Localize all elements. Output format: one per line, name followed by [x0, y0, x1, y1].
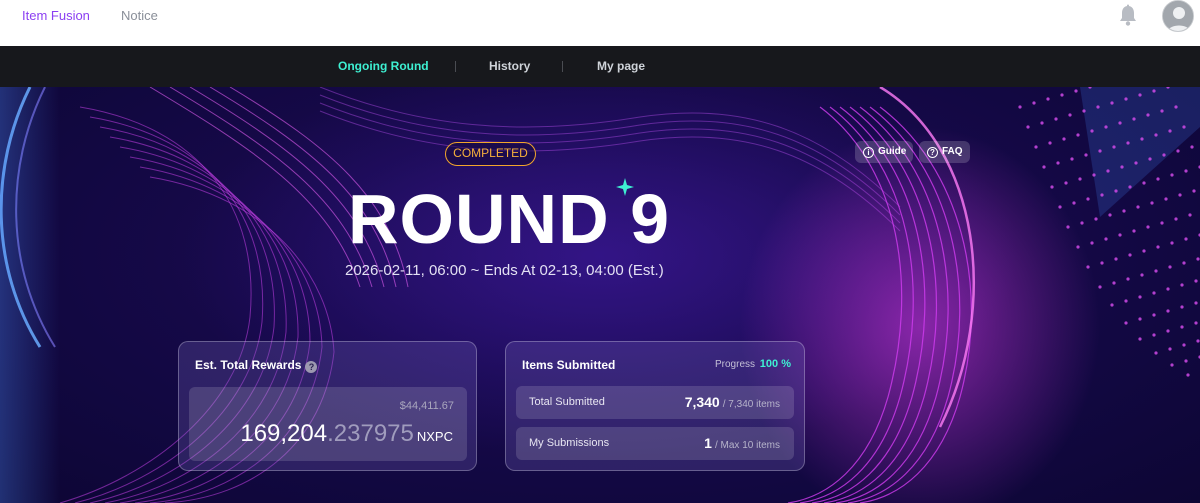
- guide-button[interactable]: i Guide: [855, 141, 914, 163]
- total-submitted-value-group: 7,340/ 7,340 items: [685, 394, 780, 412]
- guide-label: Guide: [878, 146, 907, 157]
- bell-icon[interactable]: [1117, 4, 1139, 28]
- info-icon: i: [863, 147, 874, 158]
- total-submitted-label: Total Submitted: [529, 396, 605, 408]
- my-submissions-max: / Max 10 items: [714, 440, 780, 451]
- sparkle-icon: [616, 178, 634, 196]
- my-submissions-label: My Submissions: [529, 437, 610, 449]
- user-avatar-icon: [1163, 1, 1193, 31]
- status-badge: COMPLETED: [445, 142, 536, 166]
- my-submissions-value: 1: [704, 435, 712, 451]
- nav-history[interactable]: History: [489, 59, 530, 73]
- rewards-amount-box: $44,411.67 169,204.237975 NXPC: [189, 387, 467, 461]
- rewards-usd: $44,411.67: [399, 400, 454, 412]
- tab-notice[interactable]: Notice: [121, 8, 158, 23]
- total-submitted-row: Total Submitted 7,340/ 7,340 items: [516, 386, 794, 419]
- progress-label: Progress: [715, 359, 756, 370]
- rewards-amount: 169,204.237975 NXPC: [240, 420, 453, 448]
- rewards-title: Est. Total Rewards: [195, 358, 302, 372]
- progress-indicator: Progress 100 %: [715, 358, 791, 370]
- rewards-title-row: Est. Total Rewards?: [195, 358, 318, 373]
- round-dates: 2026-02-11, 06:00 ~ Ends At 02-13, 04:00…: [345, 262, 664, 279]
- nav-my-page[interactable]: My page: [597, 59, 645, 73]
- my-submissions-row: My Submissions 1/ Max 10 items: [516, 427, 794, 460]
- rewards-unit: NXPC: [416, 429, 453, 444]
- rewards-amount-int: 169,204: [240, 420, 328, 447]
- items-title: Items Submitted: [522, 358, 616, 372]
- top-header: Item Fusion Notice: [0, 0, 1200, 46]
- total-submitted-max: / 7,340 items: [722, 399, 780, 410]
- nav-divider: [455, 61, 456, 72]
- faq-label: FAQ: [942, 146, 963, 157]
- question-icon: ?: [927, 147, 938, 158]
- items-submitted-card: Items Submitted Progress 100 % Total Sub…: [505, 341, 805, 471]
- my-submissions-value-group: 1/ Max 10 items: [704, 435, 780, 453]
- help-icon[interactable]: ?: [305, 361, 318, 373]
- rewards-card: Est. Total Rewards? $44,411.67 169,204.2…: [178, 341, 477, 471]
- faq-button[interactable]: ? FAQ: [919, 141, 970, 163]
- avatar[interactable]: [1162, 0, 1194, 32]
- nav-divider: [562, 61, 563, 72]
- progress-value: 100 %: [759, 358, 791, 370]
- tab-item-fusion[interactable]: Item Fusion: [22, 8, 90, 23]
- round-hero: COMPLETED ROUND 9 2026-02-11, 06:00 ~ En…: [0, 87, 1200, 503]
- total-submitted-value: 7,340: [684, 394, 720, 410]
- nav-ongoing-round[interactable]: Ongoing Round: [338, 59, 429, 73]
- rewards-amount-dec: .237975: [327, 420, 414, 447]
- sub-navigation: Ongoing Round History My page: [0, 46, 1200, 87]
